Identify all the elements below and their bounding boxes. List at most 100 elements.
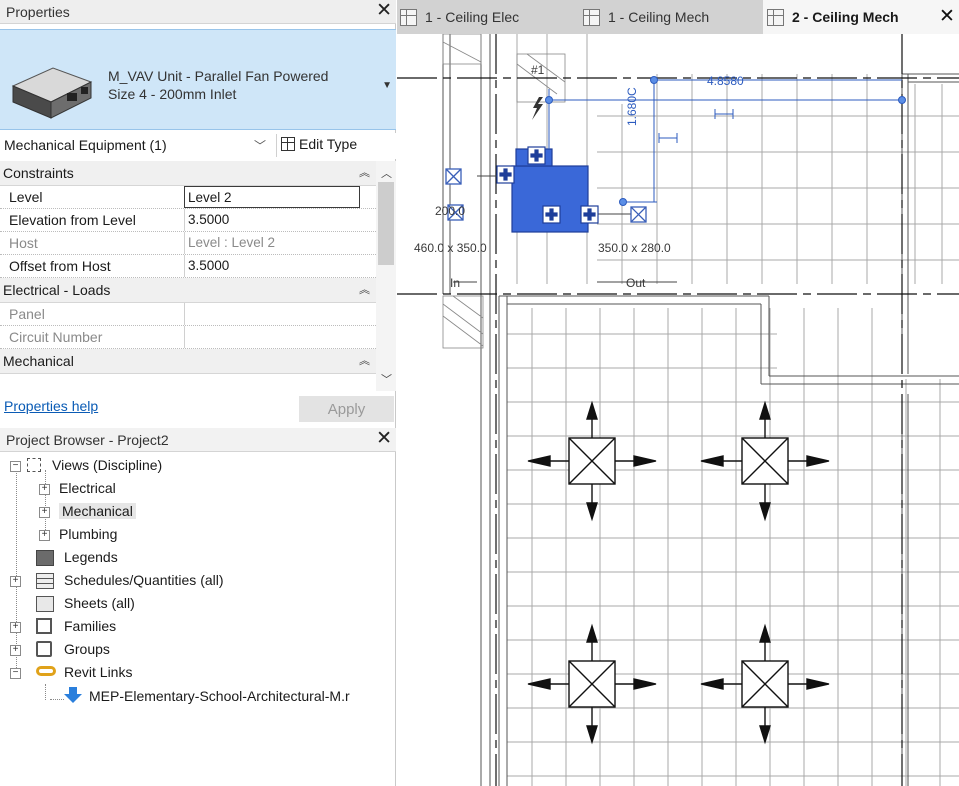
panel-field <box>184 303 360 325</box>
left-dock: Properties ✕ M_VAV Unit - Parallel Fan P… <box>0 0 396 786</box>
collapse-toggle-icon[interactable]: − <box>10 668 21 679</box>
tree-label-sheets: Sheets (all) <box>64 595 135 611</box>
prop-row-level: Level Level 2 <box>0 186 376 209</box>
type-name-line2: Size 4 - 200mm Inlet <box>108 86 237 102</box>
grid-label: #1 <box>531 63 545 77</box>
properties-title: Properties <box>6 4 70 20</box>
tab-1-ceiling-elec[interactable]: 1 - Ceiling Elec <box>400 0 580 34</box>
group-constraints[interactable]: Constraints ︽ <box>0 161 376 186</box>
dimension-horizontal[interactable]: 4.8580 <box>707 74 744 88</box>
properties-close-icon[interactable]: ✕ <box>376 0 392 22</box>
group-electrical-loads[interactable]: Electrical - Loads ︽ <box>0 278 376 303</box>
collapse-toggle-icon[interactable]: − <box>10 461 21 472</box>
sheets-icon <box>36 596 54 612</box>
tree-label-plumbing: Plumbing <box>59 526 118 542</box>
expand-toggle-icon[interactable]: + <box>39 530 50 541</box>
type-dropdown-arrow-icon[interactable]: ▼ <box>382 80 392 91</box>
dimension-lines <box>545 76 906 206</box>
properties-scrollbar[interactable]: ︿ ﹀ <box>376 161 396 391</box>
tree-item-families[interactable]: + Families <box>0 617 200 639</box>
group-mechanical-label: Mechanical <box>3 353 74 369</box>
edit-type-icon <box>281 137 295 151</box>
prop-name: Panel <box>9 306 45 322</box>
category-filter[interactable]: Mechanical Equipment (1) <box>4 137 167 153</box>
tree-label-legends: Legends <box>64 549 118 565</box>
floor-plan-drawing[interactable] <box>397 34 959 786</box>
prop-row-panel: Panel <box>0 303 376 326</box>
expand-toggle-icon[interactable]: + <box>10 645 21 656</box>
families-icon <box>36 618 52 634</box>
scroll-up-icon[interactable]: ︿ <box>381 165 392 181</box>
type-name: M_VAV Unit - Parallel Fan Powered Size 4… <box>108 67 328 103</box>
collapse-icon[interactable]: ︽ <box>359 352 370 368</box>
tree-label-families: Families <box>64 618 117 634</box>
tree-item-groups[interactable]: + Groups <box>0 640 200 662</box>
tab-1-ceiling-mech[interactable]: 1 - Ceiling Mech <box>583 0 763 34</box>
project-browser-tree: − Views (Discipline) + Electrical + Mech… <box>0 454 396 784</box>
tree-connector <box>45 684 46 700</box>
tree-label-electrical: Electrical <box>59 480 116 496</box>
offset-field[interactable]: 3.5000 <box>184 255 360 277</box>
view-tab-bar: 1 - Ceiling Elec 1 - Ceiling Mech 2 - Ce… <box>397 0 959 34</box>
properties-footer: Properties help Apply <box>0 393 396 423</box>
edit-type-button[interactable]: Edit Type <box>276 134 359 157</box>
tree-item-mechanical[interactable]: + Mechanical <box>39 502 239 524</box>
level-field[interactable]: Level 2 <box>184 186 360 208</box>
chevron-down-icon[interactable]: ﹀ <box>254 137 266 154</box>
legends-icon <box>36 550 54 566</box>
scroll-thumb[interactable] <box>378 182 394 265</box>
collapse-icon[interactable]: ︽ <box>359 164 370 180</box>
duct-size-tag-small: 200.0 <box>435 204 466 218</box>
collapse-icon[interactable]: ︽ <box>359 281 370 297</box>
prop-name: Offset from Host <box>9 258 111 274</box>
drawing-canvas[interactable]: #1 4.8580 1.680C 200.0 460.0 x 350.0 350… <box>397 34 959 786</box>
prop-row-host: Host Level : Level 2 <box>0 232 376 255</box>
host-field: Level : Level 2 <box>184 232 360 254</box>
prop-name: Level <box>9 189 43 205</box>
type-selector[interactable]: M_VAV Unit - Parallel Fan Powered Size 4… <box>0 29 396 130</box>
expand-toggle-icon[interactable]: + <box>39 507 50 518</box>
dimension-vertical[interactable]: 1.680C <box>625 87 639 126</box>
schedules-icon <box>36 573 54 589</box>
tab-2-ceiling-mech[interactable]: 2 - Ceiling Mech ✕ <box>763 0 959 34</box>
tree-item-sheets[interactable]: Sheets (all) <box>10 594 210 616</box>
expand-toggle-icon[interactable]: + <box>10 622 21 633</box>
prop-row-circuit: Circuit Number <box>0 326 376 349</box>
tree-item-revit-links[interactable]: − Revit Links <box>0 663 200 685</box>
tree-item-legends[interactable]: Legends <box>10 548 210 570</box>
expand-toggle-icon[interactable]: + <box>39 484 50 495</box>
tree-item-link-file[interactable]: MEP-Elementary-School-Architectural-M.r <box>64 687 396 709</box>
label-out: Out <box>626 276 646 290</box>
tree-label-mechanical: Mechanical <box>59 503 136 519</box>
floor-plan-icon <box>583 9 600 26</box>
close-tab-icon[interactable]: ✕ <box>939 5 955 28</box>
group-mechanical[interactable]: Mechanical ︽ <box>0 349 376 374</box>
project-browser-close-icon[interactable]: ✕ <box>376 428 392 450</box>
scroll-down-icon[interactable]: ﹀ <box>381 371 392 387</box>
group-constraints-label: Constraints <box>3 165 74 181</box>
duct-size-tag-left: 460.0 x 350.0 <box>414 241 487 255</box>
duct-size-tag-right: 350.0 x 280.0 <box>598 241 671 255</box>
tree-label-schedules: Schedules/Quantities (all) <box>64 572 224 588</box>
elevation-field[interactable]: 3.5000 <box>184 209 360 231</box>
properties-header: Properties ✕ <box>0 0 396 24</box>
tab-label: 1 - Ceiling Elec <box>425 9 520 25</box>
tree-label-views: Views (Discipline) <box>52 457 163 473</box>
tree-item-schedules[interactable]: + Schedules/Quantities (all) <box>0 571 300 593</box>
expand-toggle-icon[interactable]: + <box>10 576 21 587</box>
groups-icon <box>36 641 52 657</box>
apply-button[interactable]: Apply <box>299 396 394 422</box>
tree-item-views[interactable]: − Views (Discipline) <box>10 456 310 478</box>
tab-label: 1 - Ceiling Mech <box>608 9 710 25</box>
tree-item-electrical[interactable]: + Electrical <box>39 479 239 501</box>
walls <box>442 34 959 786</box>
tree-label-revit-links: Revit Links <box>64 664 133 680</box>
category-filter-bar: Mechanical Equipment (1) ﹀ Edit Type <box>0 133 396 159</box>
tree-item-plumbing[interactable]: + Plumbing <box>39 525 239 547</box>
views-icon <box>27 458 41 472</box>
properties-grid: Constraints ︽ Level Level 2 Elevation fr… <box>0 161 376 391</box>
properties-help-link[interactable]: Properties help <box>4 398 98 414</box>
group-electrical-label: Electrical - Loads <box>3 282 111 298</box>
link-arrow-icon <box>64 687 82 703</box>
ceiling-grid-upper <box>516 34 959 284</box>
